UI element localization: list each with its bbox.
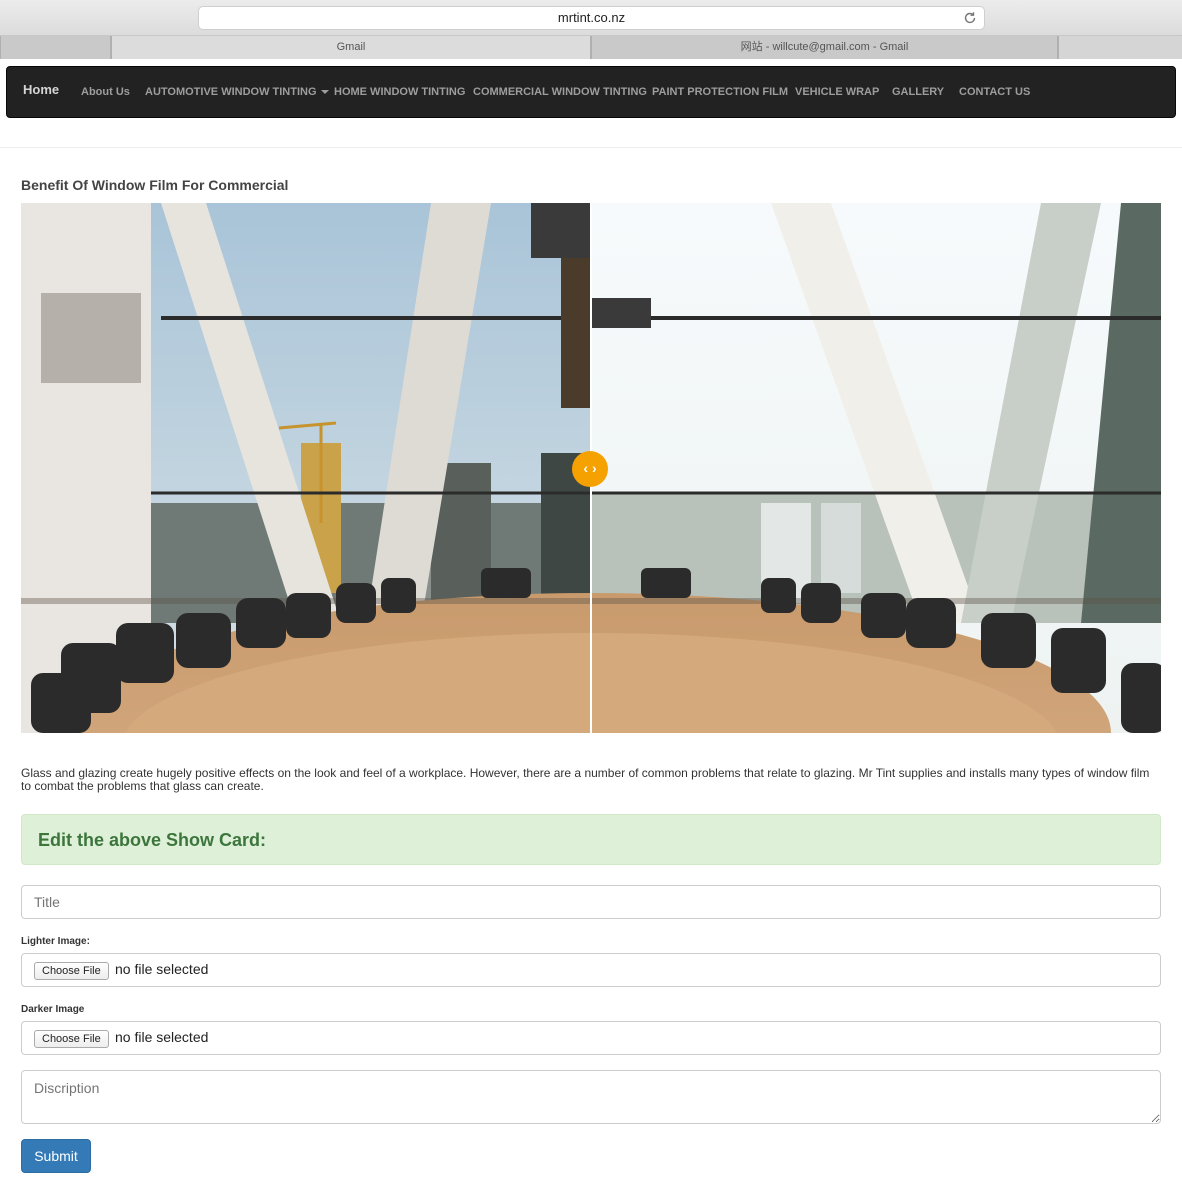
lighter-image-label: Lighter Image: xyxy=(21,936,90,947)
reload-icon[interactable] xyxy=(962,10,978,26)
darker-image-label: Darker Image xyxy=(21,1004,85,1015)
address-bar[interactable]: mrtint.co.nz xyxy=(198,6,985,30)
header-divider xyxy=(0,147,1182,148)
submit-button[interactable]: Submit xyxy=(21,1139,91,1173)
tab-bar: Gmail 网站 - willcute@gmail.com - Gmail xyxy=(0,36,1182,59)
darker-choose-file-button[interactable]: Choose File xyxy=(34,1030,109,1048)
lighter-file-status: no file selected xyxy=(115,961,209,977)
title-input[interactable] xyxy=(21,885,1161,919)
edit-card-heading: Edit the above Show Card: xyxy=(38,830,267,850)
lighter-image-field: Choose File no file selected xyxy=(21,953,1161,987)
nav-vehicle-wrap[interactable]: VEHICLE WRAP xyxy=(795,67,879,117)
darker-image-field: Choose File no file selected xyxy=(21,1021,1161,1055)
description-textarea[interactable] xyxy=(21,1070,1161,1124)
lighter-choose-file-button[interactable]: Choose File xyxy=(34,962,109,980)
nav-automotive-label: AUTOMOTIVE WINDOW TINTING xyxy=(145,86,317,98)
nav-about-us[interactable]: About Us xyxy=(81,67,130,117)
edit-card-alert: Edit the above Show Card: xyxy=(21,814,1161,865)
darker-file-status: no file selected xyxy=(115,1029,209,1045)
main-navbar: Home About Us AUTOMOTIVE WINDOW TINTING … xyxy=(6,66,1176,118)
nav-paint-protection-film[interactable]: PAINT PROTECTION FILM xyxy=(652,67,788,117)
card-title: Benefit Of Window Film For Commercial xyxy=(21,177,289,193)
browser-tab-gmail[interactable]: Gmail xyxy=(111,36,591,59)
browser-tab-empty xyxy=(1058,36,1182,59)
before-after-comparison[interactable]: ‹ › xyxy=(21,203,1161,733)
browser-tab-blank[interactable] xyxy=(0,36,111,59)
caret-down-icon xyxy=(320,90,329,95)
nav-home[interactable]: Home xyxy=(23,65,59,115)
compare-slider-handle[interactable]: ‹ › xyxy=(572,451,608,487)
url-text: mrtint.co.nz xyxy=(557,10,626,25)
nav-automotive-window-tinting[interactable]: AUTOMOTIVE WINDOW TINTING xyxy=(145,67,329,117)
browser-toolbar: mrtint.co.nz xyxy=(0,0,1182,36)
card-description: Glass and glazing create hugely positive… xyxy=(21,766,1150,793)
nav-contact-us[interactable]: CONTACT US xyxy=(959,67,1030,117)
nav-gallery[interactable]: GALLERY xyxy=(892,67,944,117)
nav-commercial-window-tinting[interactable]: COMMERCIAL WINDOW TINTING xyxy=(473,67,647,117)
nav-home-window-tinting[interactable]: HOME WINDOW TINTING xyxy=(334,67,465,117)
browser-tab-gmail-inbox[interactable]: 网站 - willcute@gmail.com - Gmail xyxy=(591,36,1058,59)
